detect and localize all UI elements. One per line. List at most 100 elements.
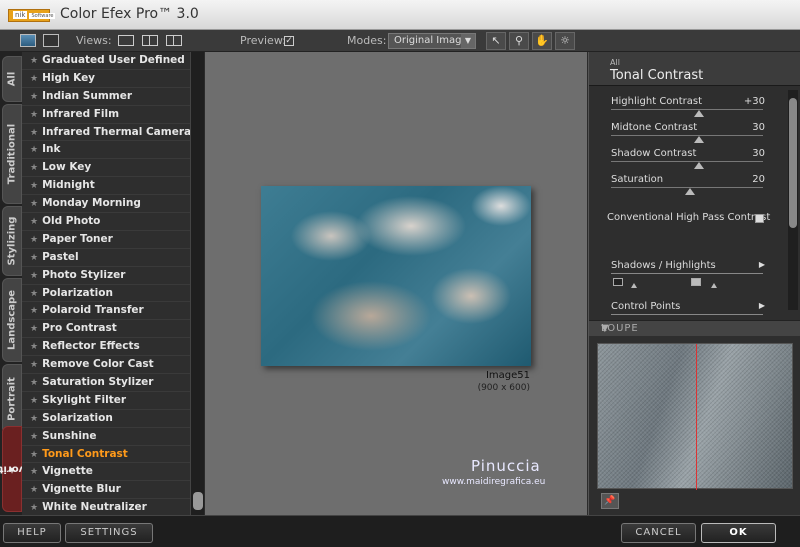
slider-track[interactable] [611,161,763,162]
modes-label: Modes: [347,34,387,47]
hand-tool-icon[interactable]: ✋ [532,32,552,50]
star-icon[interactable]: ★ [30,450,38,460]
pointer-tool-icon[interactable]: ↖ [486,32,506,50]
star-icon[interactable]: ★ [30,74,38,84]
tab-all[interactable]: All [2,56,22,102]
mode-select[interactable]: Original Image ▼ [388,33,476,49]
filter-item[interactable]: ★ Ink [22,141,190,160]
star-icon[interactable]: ★ [30,145,38,155]
filter-item[interactable]: ★ Old Photo [22,213,190,231]
filter-item[interactable]: ★ Pastel [22,249,190,267]
filter-item[interactable]: ★ Vignette Blur [22,481,190,500]
slider-track[interactable] [611,135,763,136]
star-icon[interactable]: ★ [30,432,38,442]
settings-button[interactable]: SETTINGS [65,523,153,543]
zoom-tool-icon[interactable]: ⚲ [509,32,529,50]
star-icon[interactable]: ★ [30,217,38,227]
view-split-button[interactable] [142,35,158,46]
chevron-down-icon: ▼ [461,34,475,48]
slider-thumb[interactable] [694,162,705,169]
pin-icon[interactable]: 📌 [601,493,619,509]
star-icon[interactable]: ★ [30,306,38,316]
shadows-highlights-section[interactable]: Shadows / Highlights ▶ [611,260,765,274]
star-icon[interactable]: ★ [30,360,38,370]
star-icon[interactable]: ★ [30,56,38,66]
filter-item[interactable]: ★ Pro Contrast [22,320,190,339]
split-list-view-icon[interactable] [43,34,59,47]
scrollbar-thumb[interactable] [789,98,797,228]
filter-item[interactable]: ★ Indian Summer [22,88,190,106]
view-single-button[interactable] [118,35,134,46]
filter-item[interactable]: ★ Paper Toner [22,231,190,249]
view-side-by-side-button[interactable] [166,35,182,46]
star-icon[interactable]: ★ [30,324,38,334]
shadows-slider-thumb[interactable] [631,283,637,288]
tab-stylizing[interactable]: Stylizing [2,206,22,276]
slider-thumb[interactable] [685,188,696,195]
star-icon[interactable]: ★ [30,128,38,138]
ok-button[interactable]: OK [701,523,776,543]
loupe-view[interactable] [597,343,793,490]
loupe-header[interactable]: ▼ LOUPE [589,320,800,336]
filter-item[interactable]: ★ Skylight Filter [22,392,190,410]
filter-item[interactable]: ★ Midnight [22,177,190,196]
filter-item[interactable]: ★ Tonal Contrast [22,446,190,464]
cancel-button[interactable]: CANCEL [621,523,696,543]
single-view-icon[interactable] [20,34,36,47]
slider-thumb[interactable] [694,110,705,117]
star-icon[interactable]: ★ [30,199,38,209]
star-icon[interactable]: ★ [30,271,38,281]
star-icon[interactable]: ★ [30,396,38,406]
filter-item[interactable]: ★ Infrared Film [22,106,190,124]
light-tool-icon[interactable]: ☼ [555,32,575,50]
control-points-section[interactable]: Control Points ▶ [611,301,765,315]
tab-favorites[interactable]: ★ Favorites [0,426,38,512]
filter-item[interactable]: ★ Saturation Stylizer [22,374,190,392]
star-icon[interactable]: ★ [30,342,38,352]
star-icon[interactable]: ★ [30,181,38,191]
preview-area[interactable]: Image51 (900 x 600) Pinuccia www.maidire… [205,52,587,515]
star-icon[interactable]: ★ [30,414,38,424]
filter-item[interactable]: ★ Graduated User Defined [22,52,190,70]
filter-item[interactable]: ★ Remove Color Cast [22,356,190,375]
star-icon[interactable]: ★ [30,110,38,120]
star-icon[interactable]: ★ [30,485,38,495]
star-icon[interactable]: ★ [30,289,38,299]
star-icon[interactable]: ★ [30,378,38,388]
tab-portrait[interactable]: Portrait [2,364,22,434]
preview-checkbox[interactable]: ✓ [284,36,294,46]
filter-item[interactable]: ★ Infrared Thermal Camera [22,124,190,142]
star-icon[interactable]: ★ [30,253,38,263]
panel-scrollbar[interactable] [788,90,798,310]
filter-item[interactable]: ★ Low Key [22,159,190,178]
filter-list-scrollbar[interactable] [190,52,204,515]
bottom-bar: HELP SETTINGS CANCEL OK [0,515,800,547]
star-icon[interactable]: ★ [30,503,38,513]
tab-traditional[interactable]: Traditional [2,104,22,204]
preview-image[interactable] [261,186,531,366]
filter-item[interactable]: ★ Photo Stylizer [22,267,190,285]
chevron-right-icon: ▶ [758,301,765,310]
star-icon[interactable]: ★ [30,235,38,245]
high-pass-checkbox[interactable] [755,214,764,223]
title-bar: nik Software Color Efex Pro™ 3.0 [0,0,800,30]
slider-thumb[interactable] [694,136,705,143]
highlights-slider-thumb[interactable] [711,283,717,288]
star-icon[interactable]: ★ [30,467,38,477]
star-icon[interactable]: ★ [30,163,38,173]
filter-item[interactable]: ★ White Neutralizer [22,499,190,515]
filter-item[interactable]: ★ High Key [22,70,190,88]
filter-item[interactable]: ★ Vignette [22,463,190,482]
filter-item[interactable]: ★ Reflector Effects [22,338,190,357]
scrollbar-thumb[interactable] [193,492,203,510]
watermark-text: Pinuccia [471,457,541,475]
filter-item[interactable]: ★ Sunshine [22,428,190,446]
tab-landscape[interactable]: Landscape [2,278,22,362]
slider-track[interactable] [611,109,763,110]
filter-item[interactable]: ★ Monday Morning [22,195,190,214]
filter-item[interactable]: ★ Polarization [22,285,190,303]
star-icon[interactable]: ★ [30,92,38,102]
filter-item[interactable]: ★ Polaroid Transfer [22,302,190,321]
filter-item[interactable]: ★ Solarization [22,410,190,428]
help-button[interactable]: HELP [3,523,61,543]
